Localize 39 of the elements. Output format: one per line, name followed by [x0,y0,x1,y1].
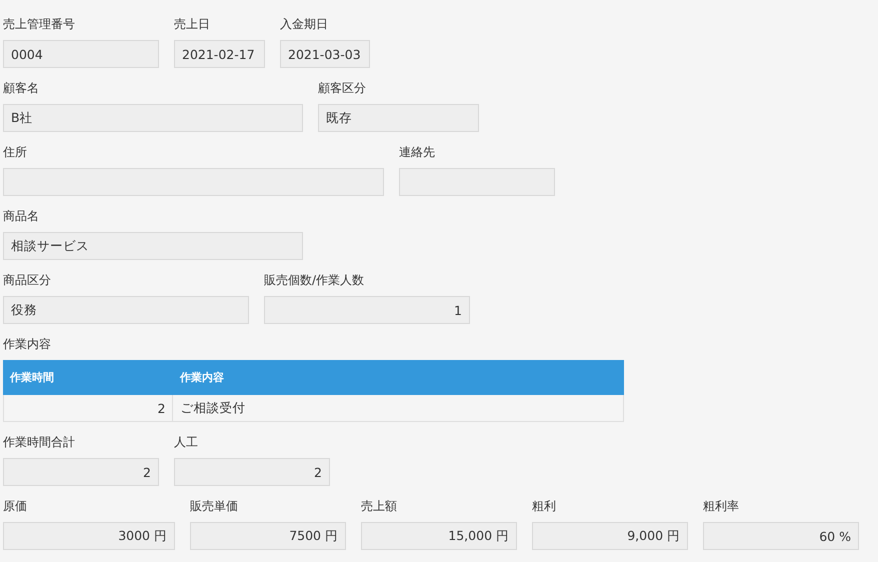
field-label: 住所 [3,144,28,160]
field-label: 売上額 [361,498,398,514]
input-field[interactable]: 60 % [703,522,859,550]
field-label: 売上日 [174,16,211,32]
field-label: 連絡先 [399,144,436,160]
field-label: 販売個数/作業人数 [264,272,366,288]
field-label: 作業時間合計 [3,434,76,450]
column-header: 作業内容 [178,370,225,386]
field-label: 顧客名 [3,80,40,96]
input-field[interactable]: 2 [3,458,159,486]
field-label: 原価 [3,498,28,514]
field-label: 粗利率 [703,498,740,514]
field-label: 商品名 [3,208,40,224]
field-label: 入金期日 [280,16,329,32]
input-field[interactable]: 2021-03-03 [280,40,370,68]
column-header: 作業時間 [8,370,55,386]
input-field[interactable]: 相談サービス [3,232,303,260]
input-field[interactable]: 役務 [3,296,249,324]
field-label: 粗利 [532,498,557,514]
field-label: 売上管理番号 [3,16,76,32]
table-cell: 2 [4,395,174,421]
input-field[interactable]: 15,000 円 [361,522,517,550]
input-field[interactable]: B社 [3,104,303,132]
input-field[interactable]: 2 [174,458,330,486]
field-label: 販売単価 [190,498,239,514]
input-field[interactable]: 2021-02-17 [174,40,265,68]
field-label: 商品区分 [3,272,52,288]
input-field[interactable]: 1 [264,296,470,324]
input-field[interactable]: 既存 [318,104,479,132]
field-label: 人工 [174,434,199,450]
input-field[interactable] [399,168,555,196]
input-field[interactable]: 0004 [3,40,159,68]
field-label: 作業内容 [3,336,52,352]
input-field[interactable]: 3000 円 [3,522,175,550]
input-field[interactable]: 7500 円 [190,522,346,550]
input-field[interactable] [3,168,384,196]
input-field[interactable]: 9,000 円 [532,522,688,550]
field-label: 顧客区分 [318,80,367,96]
table-cell-text: ご相談受付 [179,398,246,416]
